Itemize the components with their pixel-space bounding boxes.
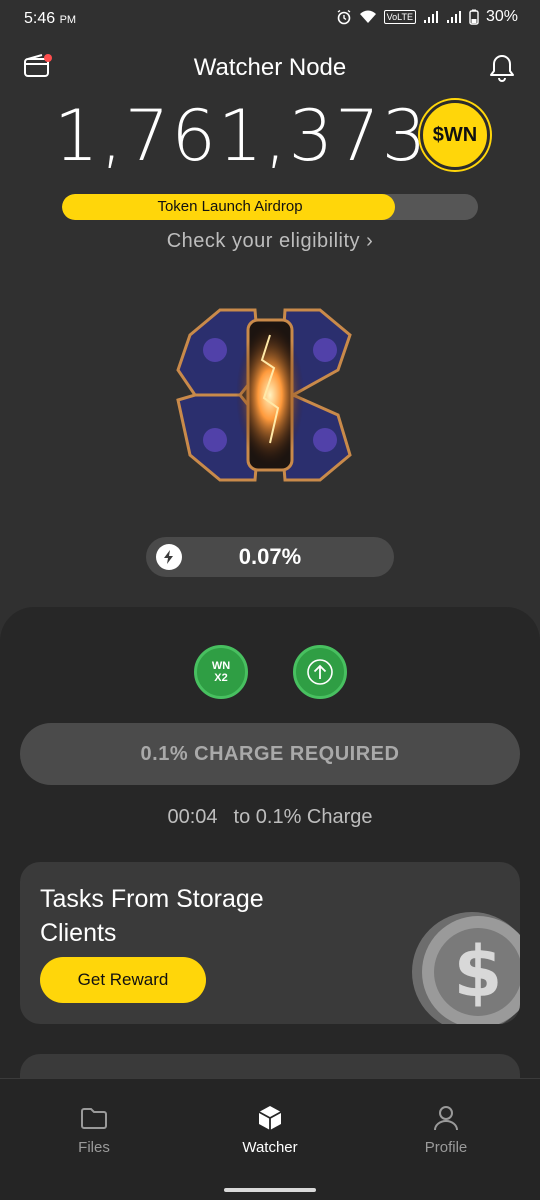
notifications-button[interactable] bbox=[488, 52, 518, 84]
upgrade-button[interactable] bbox=[293, 645, 347, 699]
charge-value: 0.07% bbox=[238, 544, 302, 569]
bell-icon bbox=[490, 55, 514, 82]
timer-value: 00:04 bbox=[167, 806, 218, 828]
nav-label-profile: Profile bbox=[424, 1139, 468, 1156]
user-icon bbox=[434, 1106, 458, 1131]
boost-label-bottom: X2 bbox=[214, 672, 228, 684]
node-light bbox=[313, 428, 337, 452]
tasks-card[interactable]: Tasks From Storage Clients Get Reward $ bbox=[20, 862, 520, 1024]
battery-icon bbox=[469, 9, 479, 25]
timer-suffix: to 0.1% Charge bbox=[233, 806, 373, 828]
charge-indicator: 0.07% bbox=[146, 537, 394, 577]
nav-label-watcher: Watcher bbox=[242, 1139, 298, 1156]
tasks-title: Tasks From Storage Clients bbox=[40, 885, 264, 947]
home-indicator[interactable] bbox=[224, 1188, 316, 1192]
node-light bbox=[203, 428, 227, 452]
charge-required-button[interactable]: 0.1% CHARGE REQUIRED bbox=[20, 723, 520, 785]
nav-label-files: Files bbox=[78, 1139, 110, 1156]
folder-icon bbox=[81, 1108, 107, 1129]
dollar-coin-icon: $ bbox=[412, 912, 520, 1024]
eligibility-link[interactable]: Check your eligibility › bbox=[0, 230, 540, 253]
action-sheet bbox=[0, 607, 540, 1107]
node-light bbox=[203, 338, 227, 362]
nav-item-profile[interactable]: Profile bbox=[386, 1103, 506, 1156]
battery-percent: 30% bbox=[485, 8, 518, 25]
chevron-right-icon: › bbox=[366, 230, 374, 252]
boost-label-top: WN bbox=[211, 660, 231, 672]
wifi-icon bbox=[359, 10, 376, 23]
status-icons: VoLTE 30% bbox=[336, 8, 518, 26]
page-title: Watcher Node bbox=[193, 54, 347, 81]
cube-icon bbox=[258, 1106, 282, 1130]
node-artwork[interactable] bbox=[160, 290, 380, 500]
charge-timer: 00:04 to 0.1% Charge bbox=[0, 806, 540, 829]
nav-item-files[interactable]: Files bbox=[34, 1103, 154, 1156]
alarm-icon bbox=[337, 9, 351, 25]
multiplier-boost-button[interactable]: WN X2 bbox=[194, 645, 248, 699]
nav-item-watcher[interactable]: Watcher bbox=[210, 1103, 330, 1156]
status-bar: 5:46 PM VoLTE 30% bbox=[0, 0, 540, 38]
token-badge: $WN bbox=[420, 100, 490, 170]
svg-text:$: $ bbox=[454, 931, 503, 1013]
volte-badge: VoLTE bbox=[383, 10, 416, 24]
airdrop-label: Token Launch Airdrop bbox=[157, 198, 303, 215]
core-glow bbox=[236, 325, 304, 465]
token-balance: 1,761,373 bbox=[54, 95, 429, 177]
airdrop-progress-bar[interactable]: Token Launch Airdrop bbox=[62, 194, 478, 220]
signal-icon bbox=[423, 11, 438, 23]
signal-icon-2 bbox=[446, 11, 461, 23]
status-time: 5:46 PM bbox=[24, 10, 77, 27]
eligibility-text: Check your eligibility bbox=[166, 230, 361, 252]
bottom-navigation: Files Watcher Profile bbox=[0, 1078, 540, 1200]
status-time-suffix: PM bbox=[59, 14, 77, 26]
arrow-up-icon bbox=[307, 659, 333, 685]
watcher-screen: 5:46 PM VoLTE 30% Watcher Node 1,761,373… bbox=[0, 0, 540, 1200]
get-reward-button[interactable]: Get Reward bbox=[40, 957, 206, 1003]
app-header: Watcher Node bbox=[0, 46, 540, 90]
node-light bbox=[313, 338, 337, 362]
